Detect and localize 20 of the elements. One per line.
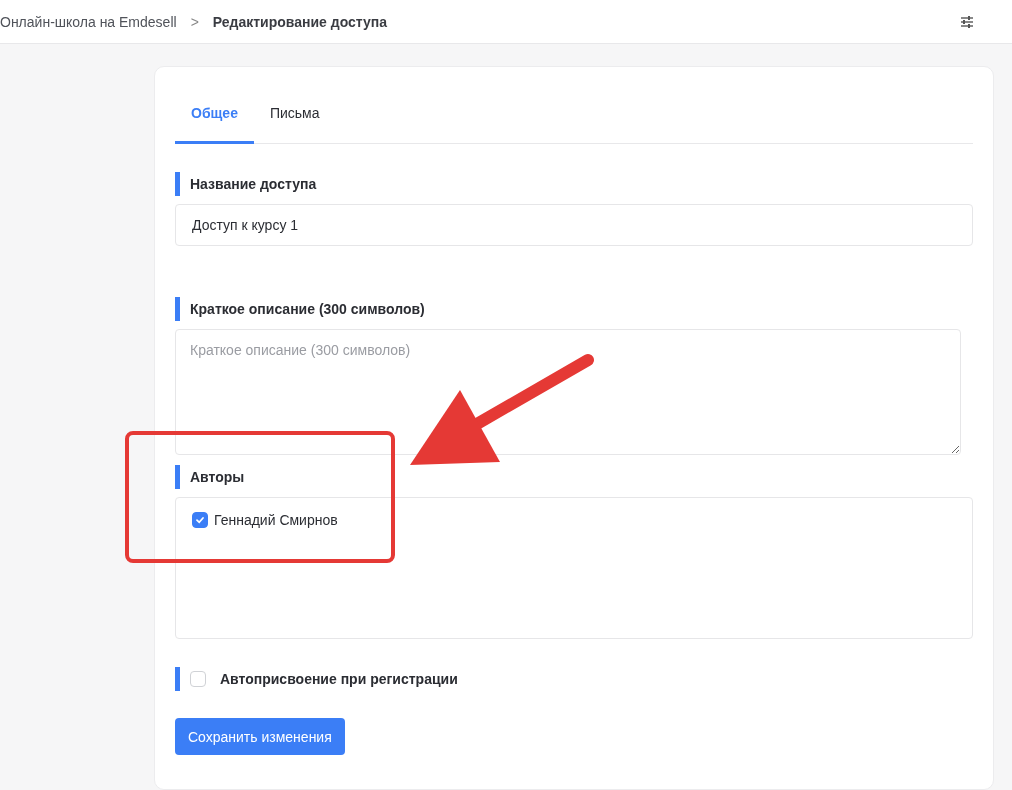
accent-bar <box>175 172 180 196</box>
field-label: Название доступа <box>190 176 317 192</box>
settings-icon[interactable] <box>960 14 974 29</box>
save-button[interactable]: Сохранить изменения <box>175 718 345 755</box>
accent-bar <box>175 667 180 691</box>
breadcrumb-separator: > <box>190 13 199 30</box>
author-name: Геннадий Смирнов <box>214 512 338 528</box>
accent-bar <box>175 465 180 489</box>
breadcrumb-link[interactable]: Онлайн-школа на Emdesell <box>0 13 177 30</box>
page-title: Редактирование доступа <box>212 13 388 30</box>
checkbox-label: Автоприсвоение при регистрации <box>220 671 458 687</box>
field-label: Авторы <box>190 469 245 485</box>
tab[interactable]: Общее <box>175 87 254 144</box>
accent-bar <box>175 297 180 321</box>
check-icon <box>195 515 205 525</box>
text-field[interactable]: Доступ к курсу 1 <box>175 204 973 246</box>
checkbox[interactable] <box>192 512 208 528</box>
field-label: Краткое описание (300 символов) <box>190 301 425 317</box>
description-field[interactable]: Краткое описание (300 символов) <box>175 329 961 455</box>
tab[interactable]: Письма <box>253 87 336 144</box>
